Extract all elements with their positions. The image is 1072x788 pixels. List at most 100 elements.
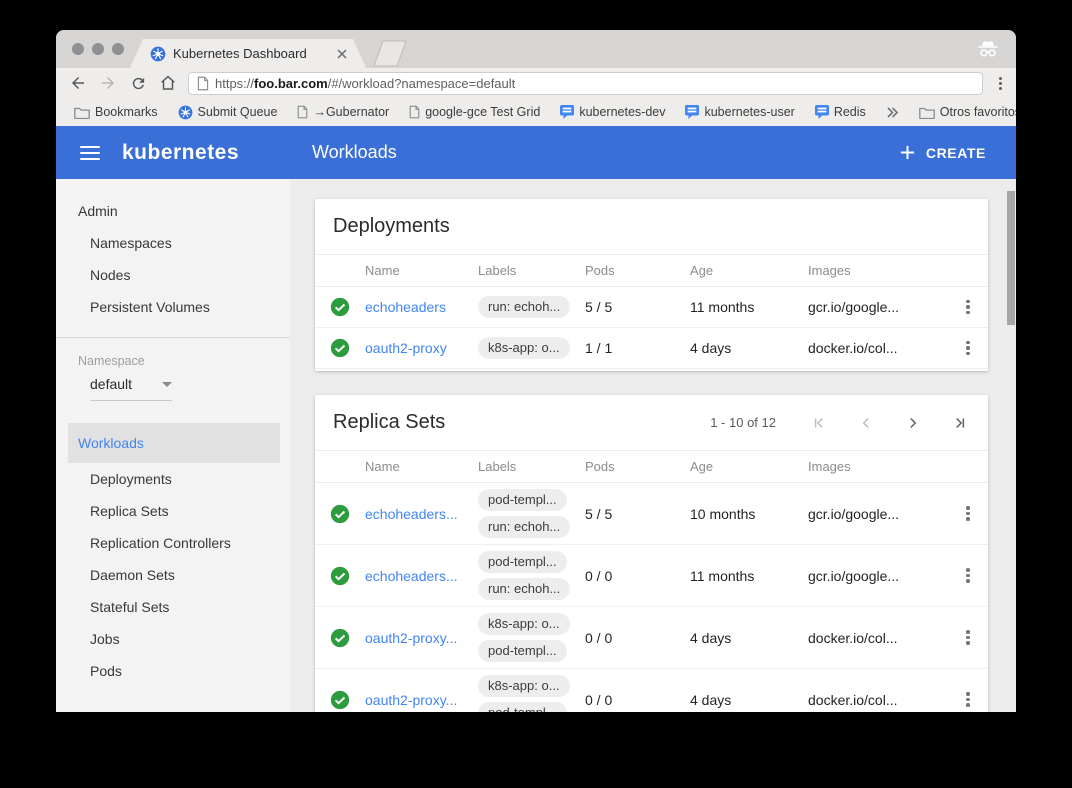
back-button[interactable] xyxy=(68,73,88,93)
sidebar-item-persistent-volumes[interactable]: Persistent Volumes xyxy=(56,291,290,323)
namespace-select[interactable]: default xyxy=(90,376,172,401)
row-menu-button[interactable] xyxy=(948,692,988,707)
label-chip: k8s-app: o... xyxy=(478,613,570,635)
deployment-link[interactable]: echoheaders xyxy=(365,299,478,315)
bookmark-kubernetes-user[interactable]: kubernetes-user xyxy=(677,101,802,123)
browser-window: Kubernetes Dashboard xyxy=(56,30,1016,712)
sidebar-item-nodes[interactable]: Nodes xyxy=(56,259,290,291)
table-row: echoheaders... pod-templ... run: echoh..… xyxy=(315,483,988,545)
bookmark-submit-queue[interactable]: Submit Queue xyxy=(170,101,286,123)
replica-set-link[interactable]: oauth2-proxy... xyxy=(365,630,478,646)
sidebar-item-pods[interactable]: Pods xyxy=(56,655,290,687)
forward-button[interactable] xyxy=(98,73,118,93)
age-cell: 11 months xyxy=(690,568,808,584)
pagination-range: 1 - 10 of 12 xyxy=(710,415,776,430)
age-cell: 4 days xyxy=(690,692,808,708)
bookmarks-bar: Bookmarks Submit Queue →Gubernator googl… xyxy=(56,98,1016,126)
replica-set-link[interactable]: echoheaders... xyxy=(365,506,478,522)
kubernetes-logo-icon xyxy=(178,105,193,120)
replica-sets-card: Replica Sets 1 - 10 of 12 xyxy=(315,395,988,712)
row-menu-button[interactable] xyxy=(948,568,988,583)
label-chip: run: echoh... xyxy=(478,578,570,600)
deployments-title: Deployments xyxy=(333,215,450,238)
sidebar-item-jobs[interactable]: Jobs xyxy=(56,623,290,655)
namespace-value: default xyxy=(90,376,162,392)
bookmark-folder-bookmarks[interactable]: Bookmarks xyxy=(66,101,166,123)
previous-page-button[interactable] xyxy=(856,413,876,433)
pods-cell: 1 / 1 xyxy=(585,340,690,356)
sidebar-item-stateful-sets[interactable]: Stateful Sets xyxy=(56,591,290,623)
column-name: Name xyxy=(365,263,478,278)
row-menu-button[interactable] xyxy=(948,341,988,356)
folder-icon xyxy=(74,106,90,119)
page-icon xyxy=(297,105,308,119)
label-chip: pod-templ... xyxy=(478,640,567,662)
browser-menu-button[interactable] xyxy=(993,73,1008,94)
replica-sets-card-header: Replica Sets 1 - 10 of 12 xyxy=(315,395,988,450)
sidebar-item-admin[interactable]: Admin xyxy=(56,195,290,227)
pagination: 1 - 10 of 12 xyxy=(710,413,970,433)
replica-set-link[interactable]: echoheaders... xyxy=(365,568,478,584)
sidebar-item-workloads[interactable]: Workloads xyxy=(68,423,280,463)
browser-toolbar: https://foo.bar.com/#/workload?namespace… xyxy=(56,68,1016,98)
replica-sets-table-header: Name Labels Pods Age Images xyxy=(315,450,988,483)
bookmark-folder-otros-favoritos[interactable]: Otros favoritos xyxy=(911,101,1016,123)
column-name: Name xyxy=(365,459,478,474)
url-text: https://foo.bar.com/#/workload?namespace… xyxy=(215,76,515,91)
status-ok-icon xyxy=(330,690,350,710)
deployment-link[interactable]: oauth2-proxy xyxy=(365,340,478,356)
pods-cell: 5 / 5 xyxy=(585,299,690,315)
create-button[interactable]: CREATE xyxy=(899,144,986,161)
chevron-double-right-icon xyxy=(886,107,899,118)
age-cell: 4 days xyxy=(690,630,808,646)
images-cell: docker.io/col... xyxy=(808,630,948,646)
first-page-button[interactable] xyxy=(809,413,829,433)
app-header: kubernetes Workloads CREATE xyxy=(56,126,1016,179)
bookmark-gubernator[interactable]: →Gubernator xyxy=(289,101,397,123)
sidebar-item-deployments[interactable]: Deployments xyxy=(56,463,290,495)
status-ok-icon xyxy=(330,297,350,317)
label-chip: pod-templ... xyxy=(478,551,567,573)
namespace-label: Namespace xyxy=(56,354,290,368)
bookmark-kubernetes-dev[interactable]: kubernetes-dev xyxy=(552,101,673,123)
groups-icon xyxy=(685,105,699,119)
label-chip: k8s-app: o... xyxy=(478,337,570,359)
close-window-button[interactable] xyxy=(72,43,84,55)
browser-tab[interactable]: Kubernetes Dashboard xyxy=(130,39,366,68)
refresh-button[interactable] xyxy=(128,73,148,93)
replica-set-link[interactable]: oauth2-proxy... xyxy=(365,692,478,708)
desktop-background: { "browser": { "tab": { "title": "Kubern… xyxy=(0,0,1072,788)
table-row: echoheaders run: echoh... 5 / 5 11 month… xyxy=(315,287,988,328)
status-ok-icon xyxy=(330,566,350,586)
tab-close-icon[interactable] xyxy=(336,48,348,60)
new-tab-button[interactable] xyxy=(372,40,408,67)
bookmark-google-gce-test-grid[interactable]: google-gce Test Grid xyxy=(401,101,548,123)
minimize-window-button[interactable] xyxy=(92,43,104,55)
sidebar-item-replication-controllers[interactable]: Replication Controllers xyxy=(56,527,290,559)
bookmarks-overflow-button[interactable] xyxy=(878,101,907,123)
window-titlebar: Kubernetes Dashboard xyxy=(56,30,1016,68)
row-menu-button[interactable] xyxy=(948,506,988,521)
row-menu-button[interactable] xyxy=(948,300,988,315)
main-content: Deployments Name Labels Pods Age Images … xyxy=(290,179,1016,712)
page-icon xyxy=(409,105,420,119)
last-page-button[interactable] xyxy=(950,413,970,433)
address-bar[interactable]: https://foo.bar.com/#/workload?namespace… xyxy=(188,72,983,95)
status-ok-icon xyxy=(330,628,350,648)
scrollbar-thumb[interactable] xyxy=(1007,191,1015,325)
table-row: oauth2-proxy k8s-app: o... 1 / 1 4 days … xyxy=(315,328,988,369)
groups-icon xyxy=(815,105,829,119)
sidebar-item-replica-sets[interactable]: Replica Sets xyxy=(56,495,290,527)
sidebar-item-namespaces[interactable]: Namespaces xyxy=(56,227,290,259)
bookmark-redis[interactable]: Redis xyxy=(807,101,874,123)
next-page-button[interactable] xyxy=(903,413,923,433)
home-button[interactable] xyxy=(158,73,178,93)
sidebar-item-daemon-sets[interactable]: Daemon Sets xyxy=(56,559,290,591)
deployments-table-header: Name Labels Pods Age Images xyxy=(315,254,988,287)
menu-button[interactable] xyxy=(80,146,100,160)
table-row: oauth2-proxy... k8s-app: o... pod-templ.… xyxy=(315,607,988,669)
row-menu-button[interactable] xyxy=(948,630,988,645)
zoom-window-button[interactable] xyxy=(112,43,124,55)
status-ok-icon xyxy=(330,504,350,524)
page-title: Workloads xyxy=(312,142,397,163)
